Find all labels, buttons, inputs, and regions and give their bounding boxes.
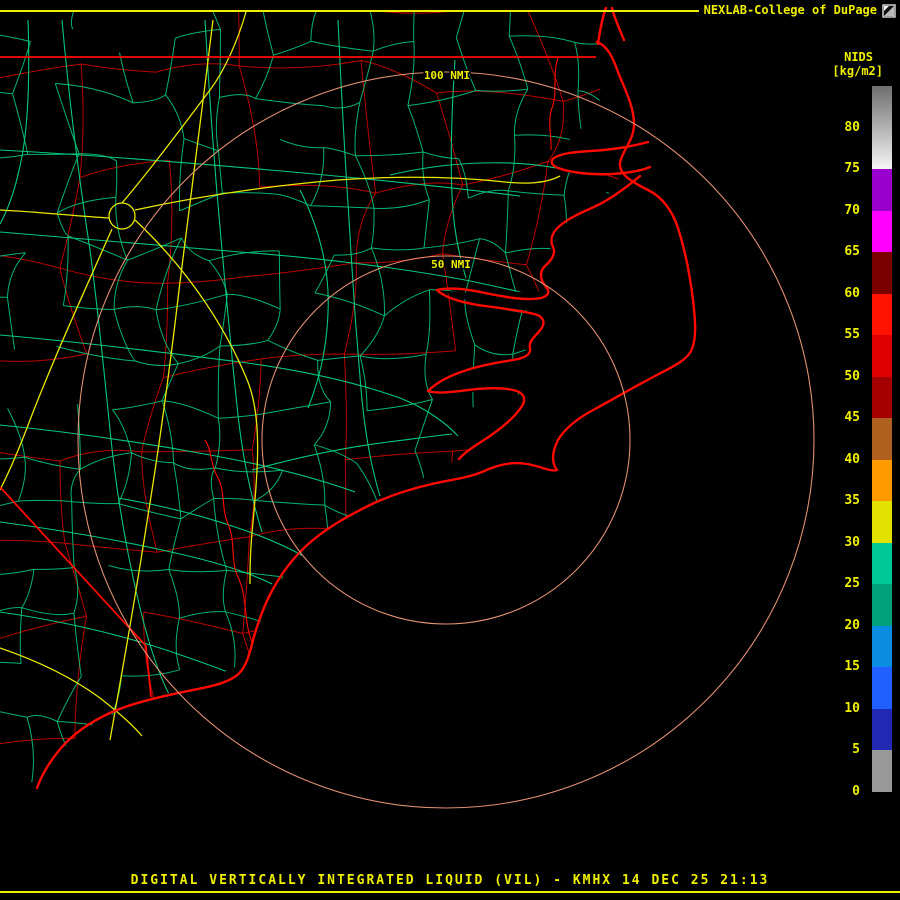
colorbar-tick-label: 20 bbox=[844, 617, 860, 633]
nexlab-radar-page: 100 NMI 50 NMI NEXLAB-College of DuPage … bbox=[0, 0, 900, 900]
county-boundary-network bbox=[0, 10, 622, 787]
colorbar-units: [kg/m2] bbox=[832, 64, 883, 78]
cod-logo-icon bbox=[882, 3, 896, 18]
radar-map: 100 NMI 50 NMI bbox=[0, 6, 815, 809]
colorbar-tick-label: 15 bbox=[844, 659, 860, 675]
colorbar-segment bbox=[872, 625, 892, 668]
colorbar-segment bbox=[872, 418, 892, 460]
product-caption: DIGITAL VERTICALLY INTEGRATED LIQUID (VI… bbox=[130, 873, 770, 888]
colorbar-segment bbox=[872, 750, 892, 792]
colorbar-tick-label: 25 bbox=[844, 576, 860, 592]
colorbar-segment bbox=[872, 667, 892, 709]
colorbar-tick-label: 0 bbox=[852, 784, 860, 799]
colorbar-segment bbox=[872, 376, 892, 419]
colorbar-tick-label: 10 bbox=[844, 700, 860, 716]
colorbar-tick-label: 5 bbox=[852, 742, 860, 758]
colorbar-tick-label: 45 bbox=[844, 410, 860, 426]
red-network-path bbox=[0, 10, 622, 787]
colorbar-tick-label: 75 bbox=[844, 161, 860, 177]
colorbar-segment bbox=[872, 210, 892, 253]
colorbar-segment bbox=[872, 501, 892, 543]
colorbar-segment bbox=[872, 86, 892, 170]
range-rings bbox=[77, 71, 815, 809]
colorbar-tick-label: 35 bbox=[844, 493, 860, 509]
colorbar-tick-label: 65 bbox=[844, 244, 860, 260]
nexlab-title: NEXLAB-College of DuPage bbox=[703, 3, 877, 17]
ring-label-50nmi: 50 NMI bbox=[431, 258, 471, 271]
colorbar-segment bbox=[872, 293, 892, 336]
river-lines bbox=[204, 57, 559, 643]
coastline bbox=[35, 6, 697, 790]
colorbar-segment bbox=[872, 169, 892, 211]
colorbar-segment bbox=[872, 542, 892, 585]
colorbar-segment bbox=[872, 708, 892, 751]
colorbar-segment bbox=[872, 584, 892, 626]
ring-label-100nmi: 100 NMI bbox=[424, 69, 470, 82]
colorbar-segment bbox=[872, 252, 892, 294]
colorbar-tick-label: 70 bbox=[844, 202, 860, 218]
top-divider bbox=[0, 9, 699, 12]
range-ring-50nmi bbox=[261, 255, 631, 625]
colorbar bbox=[872, 86, 892, 792]
bottom-divider bbox=[0, 891, 900, 893]
colorbar-tick-label: 30 bbox=[844, 534, 860, 550]
green-network-path bbox=[0, 10, 622, 787]
top-bar: NEXLAB-College of DuPage bbox=[0, 3, 896, 18]
state-border-lines bbox=[0, 56, 596, 698]
colorbar-title: NIDS bbox=[844, 50, 873, 64]
range-ring-100nmi bbox=[77, 71, 815, 809]
colorbar-tick-label: 60 bbox=[844, 285, 860, 301]
colorbar-tick-label: 55 bbox=[844, 327, 860, 343]
raleigh-beltway-loop bbox=[108, 202, 136, 230]
colorbar-tick-label: 50 bbox=[844, 368, 860, 384]
colorbar-tick-label: 80 bbox=[844, 119, 860, 135]
colorbar-segment bbox=[872, 459, 892, 502]
colorbar-tick-label: 40 bbox=[844, 451, 860, 467]
colorbar-segment bbox=[872, 335, 892, 377]
nc-sc-border bbox=[0, 486, 152, 698]
green-road-network bbox=[0, 10, 622, 787]
